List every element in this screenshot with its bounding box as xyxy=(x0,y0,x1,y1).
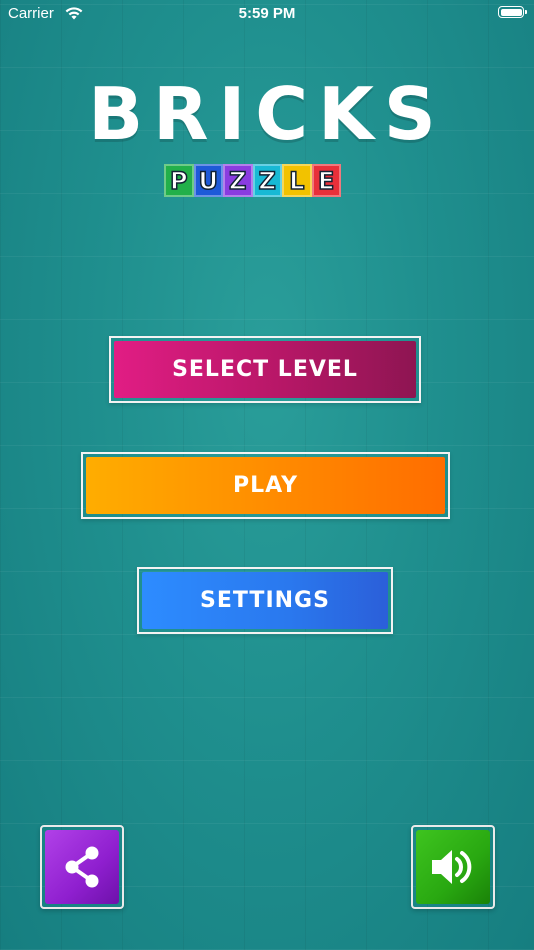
logo-subtitle-tile: U xyxy=(193,164,223,197)
logo-subtitle-tile: E xyxy=(311,164,341,197)
settings-label: SETTINGS xyxy=(200,588,330,613)
status-bar: Carrier 5:59 PM xyxy=(0,0,534,28)
logo-subtitle-tile: P xyxy=(164,164,194,197)
select-level-button[interactable]: SELECT LEVEL xyxy=(109,336,421,403)
play-button[interactable]: PLAY xyxy=(81,452,450,519)
logo-subtitle-tile: Z xyxy=(252,164,282,197)
logo-subtitle: PUZZLE xyxy=(164,164,341,197)
play-label: PLAY xyxy=(233,473,298,498)
select-level-label: SELECT LEVEL xyxy=(172,357,358,382)
share-button[interactable] xyxy=(40,825,124,909)
share-icon xyxy=(65,846,99,888)
speaker-icon xyxy=(432,850,472,884)
settings-button[interactable]: SETTINGS xyxy=(137,567,393,634)
logo-subtitle-tile: L xyxy=(282,164,312,197)
logo-subtitle-tile: Z xyxy=(223,164,253,197)
battery-icon xyxy=(498,6,527,18)
logo-title: BRICKS xyxy=(88,72,446,156)
sound-button[interactable] xyxy=(411,825,495,909)
status-time: 5:59 PM xyxy=(238,5,296,22)
